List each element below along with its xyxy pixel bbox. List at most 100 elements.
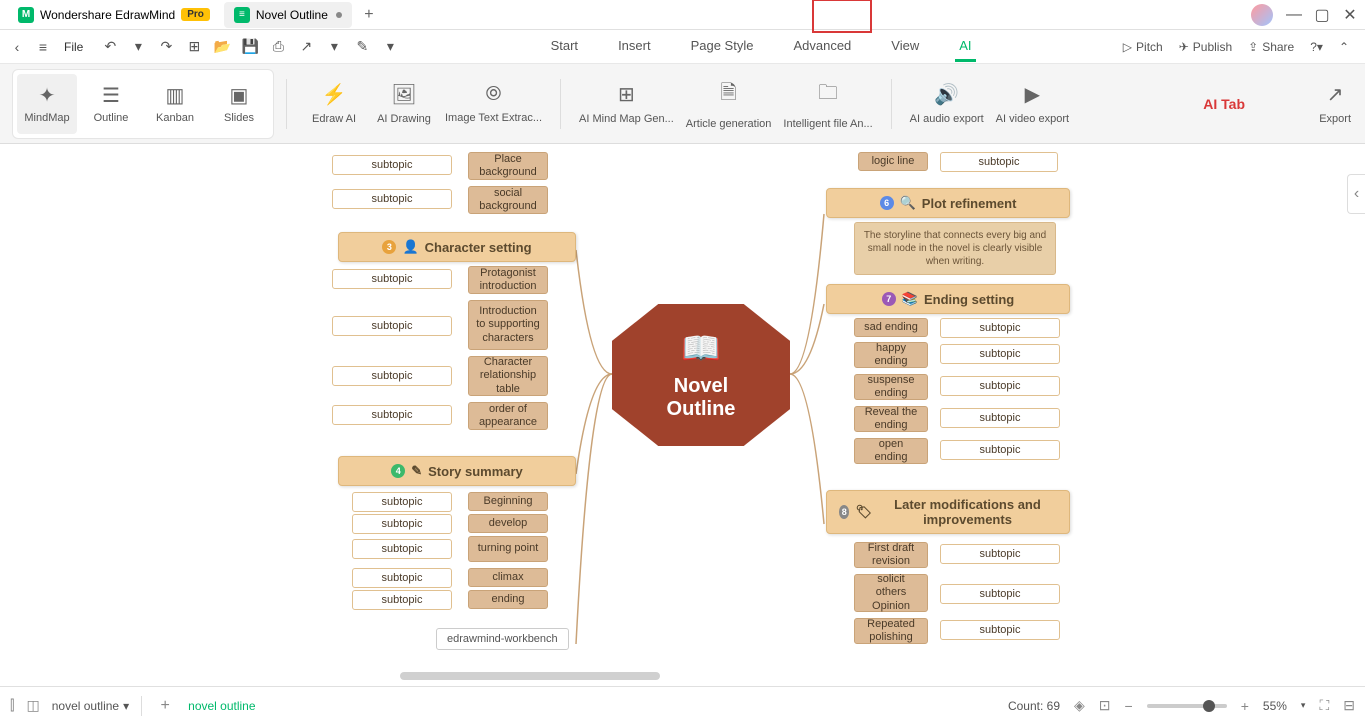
new-icon[interactable]: ⊞ [185, 38, 203, 56]
zoom-thumb[interactable] [1203, 700, 1215, 712]
slides-view-button[interactable]: ▣Slides [209, 74, 269, 134]
file-menu[interactable]: File [64, 40, 83, 54]
menu-ai[interactable]: AI [955, 32, 975, 62]
menu-view[interactable]: View [887, 32, 923, 62]
intelligent-file-button[interactable]: 🗀Intelligent file An... [777, 74, 878, 134]
close-button[interactable]: ✕ [1343, 8, 1357, 22]
help-button[interactable]: ?▾ [1310, 40, 1323, 54]
add-sheet-button[interactable]: + [154, 695, 176, 717]
fullscreen-icon[interactable]: ⛶ [1319, 697, 1329, 714]
subtopic[interactable]: subtopic [352, 514, 452, 534]
node-place-background[interactable]: Place background [468, 152, 548, 180]
active-sheet-tab[interactable]: novel outline [188, 699, 255, 713]
document-tab[interactable]: ≡ Novel Outline [224, 2, 352, 28]
ai-drawing-button[interactable]: 🖼AI Drawing [369, 74, 439, 134]
subtopic[interactable]: subtopic [940, 376, 1060, 396]
subtopic[interactable]: subtopic [332, 366, 452, 386]
branch-story-summary[interactable]: 4✎Story summary [338, 456, 576, 486]
undo-icon[interactable]: ↶ [101, 38, 119, 56]
menu-start[interactable]: Start [547, 32, 582, 62]
collapse-icon[interactable]: ⊟ [1343, 697, 1355, 714]
branch-character-setting[interactable]: 3👤Character setting [338, 232, 576, 262]
menu-advanced[interactable]: Advanced [789, 32, 855, 62]
subtopic[interactable]: subtopic [332, 155, 452, 175]
zoom-slider[interactable] [1147, 704, 1227, 708]
pitch-button[interactable]: ▷Pitch [1123, 40, 1163, 54]
workbench-node[interactable]: edrawmind-workbench [436, 628, 569, 650]
subtopic[interactable]: subtopic [352, 568, 452, 588]
hamburger-icon[interactable]: ≡ [34, 38, 52, 56]
plot-description[interactable]: The storyline that connects every big an… [854, 222, 1056, 275]
node-reveal-ending[interactable]: Reveal the ending [854, 406, 928, 432]
node-climax[interactable]: climax [468, 568, 548, 587]
node-turning[interactable]: turning point [468, 536, 548, 562]
outline-view-button[interactable]: ☰Outline [81, 74, 141, 134]
document-select[interactable]: novel outline▾ [52, 699, 129, 713]
mindmap-view-button[interactable]: ✦MindMap [17, 74, 77, 134]
ai-audio-export-button[interactable]: 🔊AI audio export [904, 74, 990, 134]
subtopic[interactable]: subtopic [940, 544, 1060, 564]
subtopic[interactable]: subtopic [332, 189, 452, 209]
node-appearance[interactable]: order of appearance [468, 402, 548, 430]
mindmap-canvas[interactable]: 📖 Novel Outline Place background subtopi… [0, 144, 1365, 686]
subtopic[interactable]: subtopic [940, 318, 1060, 338]
node-open-ending[interactable]: open ending [854, 438, 928, 464]
user-avatar[interactable] [1251, 4, 1273, 26]
maximize-button[interactable]: ▢ [1315, 8, 1329, 22]
back-icon[interactable]: ‹ [8, 38, 26, 56]
subtopic[interactable]: subtopic [940, 620, 1060, 640]
subtopic[interactable]: subtopic [332, 316, 452, 336]
publish-button[interactable]: ✈Publish [1179, 40, 1232, 54]
node-happy-ending[interactable]: happy ending [854, 342, 928, 368]
zoom-out-icon[interactable]: − [1125, 698, 1133, 714]
zoom-value[interactable]: 55% [1263, 699, 1287, 713]
node-protagonist[interactable]: Protagonist introduction [468, 266, 548, 294]
edraw-ai-button[interactable]: ⚡Edraw AI [299, 74, 369, 134]
outline-toggle-icon[interactable]: ⫿ [10, 697, 14, 714]
subtopic[interactable]: subtopic [332, 269, 452, 289]
side-panel-toggle[interactable]: ‹ [1347, 174, 1365, 214]
node-develop[interactable]: develop [468, 514, 548, 533]
more-icon[interactable]: ▾ [325, 38, 343, 56]
subtopic[interactable]: subtopic [352, 492, 452, 512]
subtopic[interactable]: subtopic [940, 408, 1060, 428]
subtopic[interactable]: subtopic [940, 584, 1060, 604]
subtopic[interactable]: subtopic [940, 344, 1060, 364]
node-logic-line[interactable]: logic line [858, 152, 928, 171]
subtopic[interactable]: subtopic [940, 152, 1058, 172]
branch-ending-setting[interactable]: 7📚Ending setting [826, 284, 1070, 314]
article-gen-button[interactable]: 🗎Article generation [680, 74, 778, 134]
zoom-in-icon[interactable]: + [1241, 698, 1249, 714]
subtopic[interactable]: subtopic [352, 590, 452, 610]
node-beginning[interactable]: Beginning [468, 492, 548, 511]
subtopic[interactable]: subtopic [352, 539, 452, 559]
subtopic[interactable]: subtopic [940, 440, 1060, 460]
undo-dropdown-icon[interactable]: ▾ [129, 38, 147, 56]
menu-page-style[interactable]: Page Style [687, 32, 758, 62]
open-icon[interactable]: 📂 [213, 38, 231, 56]
ai-video-export-button[interactable]: ▶AI video export [990, 74, 1075, 134]
kanban-view-button[interactable]: ▥Kanban [145, 74, 205, 134]
edit-icon[interactable]: ✎ [353, 38, 371, 56]
node-first-draft[interactable]: First draft revision [854, 542, 928, 568]
node-ending[interactable]: ending [468, 590, 548, 609]
app-tab[interactable]: M Wondershare EdrawMind Pro [8, 2, 220, 28]
branch-plot-refinement[interactable]: 6🔍Plot refinement [826, 188, 1070, 218]
node-supporting[interactable]: Introduction to supporting characters [468, 300, 548, 350]
horizontal-scrollbar[interactable] [400, 672, 660, 680]
split-view-icon[interactable]: ◫ [26, 697, 39, 714]
center-node[interactable]: 📖 Novel Outline [612, 304, 790, 446]
chevron-down-icon[interactable]: ▾ [1301, 700, 1306, 711]
ai-mindmap-gen-button[interactable]: ⊞AI Mind Map Gen... [573, 74, 680, 134]
add-tab-button[interactable]: + [356, 2, 382, 28]
branch-later-modifications[interactable]: 8🏷Later modifications and improvements [826, 490, 1070, 534]
subtopic[interactable]: subtopic [332, 405, 452, 425]
node-repeated[interactable]: Repeated polishing [854, 618, 928, 644]
fit-icon[interactable]: ⊡ [1099, 697, 1111, 714]
redo-icon[interactable]: ↷ [157, 38, 175, 56]
collapse-ribbon-icon[interactable]: ⌃ [1339, 40, 1349, 54]
print-icon[interactable]: ⎙ [269, 38, 287, 56]
menu-insert[interactable]: Insert [614, 32, 655, 62]
edit-dropdown-icon[interactable]: ▾ [381, 38, 399, 56]
export-button[interactable]: ↗Export [1319, 82, 1351, 125]
